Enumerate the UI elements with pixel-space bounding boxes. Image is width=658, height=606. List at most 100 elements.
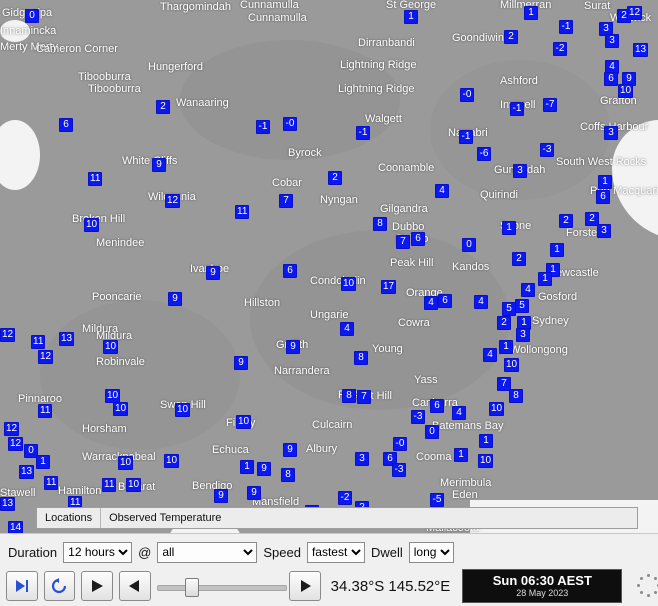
observation-marker[interactable]: -7	[543, 98, 557, 112]
observation-marker[interactable]: 13	[0, 497, 15, 511]
observation-marker[interactable]: 1	[598, 175, 612, 189]
observation-marker[interactable]: 1	[240, 460, 254, 474]
observation-marker[interactable]: 5	[515, 299, 529, 313]
observation-marker[interactable]: 9	[214, 489, 228, 503]
observation-marker[interactable]: 0	[425, 425, 439, 439]
observation-marker[interactable]: 1	[499, 340, 513, 354]
weather-map[interactable]: GidgealpaInnaminckaMerty MertyCameron Co…	[0, 0, 658, 533]
observation-marker[interactable]: 8	[342, 389, 356, 403]
observation-marker[interactable]: 17	[381, 280, 396, 294]
observation-marker[interactable]: 10	[105, 389, 120, 403]
observation-marker[interactable]: 10	[126, 478, 141, 492]
observation-marker[interactable]: 6	[604, 72, 618, 86]
observation-marker[interactable]: -1	[356, 126, 370, 140]
observation-marker[interactable]: 6	[430, 399, 444, 413]
observation-marker[interactable]: 9	[168, 292, 182, 306]
observation-marker[interactable]: 6	[283, 264, 297, 278]
observation-marker[interactable]: 12	[38, 350, 53, 364]
observation-marker[interactable]: 7	[396, 235, 410, 249]
observation-marker[interactable]: 4	[521, 283, 535, 297]
observation-marker[interactable]: 6	[438, 294, 452, 308]
observation-marker[interactable]: -6	[477, 147, 491, 161]
map-legend-bar[interactable]: Locations Observed Temperature	[36, 507, 638, 529]
observation-marker[interactable]: 10	[164, 454, 179, 468]
observation-marker[interactable]: 9	[257, 462, 271, 476]
observation-marker[interactable]: 13	[633, 43, 648, 57]
observation-marker[interactable]: 6	[596, 190, 610, 204]
observation-marker[interactable]: 1	[550, 243, 564, 257]
observation-marker[interactable]: 9	[152, 158, 166, 172]
observation-marker[interactable]: -1	[510, 102, 524, 116]
observation-marker[interactable]: 12	[0, 328, 15, 342]
observation-marker[interactable]: 2	[328, 171, 342, 185]
observation-marker[interactable]: 4	[340, 322, 354, 336]
dwell-select[interactable]: long	[409, 542, 454, 563]
observation-marker[interactable]: 1	[538, 272, 552, 286]
observation-marker[interactable]: 7	[279, 194, 293, 208]
duration-select[interactable]: 12 hours	[63, 542, 132, 563]
observation-marker[interactable]: 10	[103, 340, 118, 354]
step-button[interactable]	[6, 571, 38, 601]
observation-marker[interactable]: 2	[497, 316, 511, 330]
observation-marker[interactable]: 10	[84, 218, 99, 232]
observation-marker[interactable]: 9	[206, 266, 220, 280]
observation-marker[interactable]: 10	[118, 456, 133, 470]
next-button[interactable]	[289, 571, 321, 601]
observation-marker[interactable]: 10	[175, 403, 190, 417]
observation-marker[interactable]: 0	[462, 238, 476, 252]
observation-marker[interactable]: -0	[393, 437, 407, 451]
observation-marker[interactable]: 4	[474, 295, 488, 309]
observation-marker[interactable]: 8	[509, 389, 523, 403]
observation-marker[interactable]: 12	[627, 6, 642, 20]
observation-marker[interactable]: -0	[283, 117, 297, 131]
observation-marker[interactable]: 11	[88, 172, 102, 186]
loop-button[interactable]	[44, 571, 76, 601]
observation-marker[interactable]: 3	[513, 164, 527, 178]
previous-button[interactable]	[119, 571, 151, 601]
observation-marker[interactable]: 4	[424, 296, 438, 310]
observation-marker[interactable]: 1	[479, 434, 493, 448]
observation-marker[interactable]: 3	[604, 126, 618, 140]
observation-marker[interactable]: 11	[44, 476, 58, 490]
observation-marker[interactable]: 1	[36, 455, 50, 469]
observation-marker[interactable]: 1	[502, 221, 516, 235]
observation-marker[interactable]: -1	[256, 120, 270, 134]
play-button[interactable]	[81, 571, 113, 601]
slider-knob[interactable]	[185, 578, 199, 597]
observation-marker[interactable]: 8	[373, 217, 387, 231]
observation-marker[interactable]: -2	[553, 42, 567, 56]
observation-marker[interactable]: 10	[504, 358, 519, 372]
observation-marker[interactable]: 4	[483, 348, 497, 362]
timeline-slider[interactable]	[157, 576, 283, 596]
scope-select[interactable]: all	[157, 542, 257, 563]
observation-marker[interactable]: 2	[559, 214, 573, 228]
observation-marker[interactable]: 8	[354, 351, 368, 365]
observation-marker[interactable]: 10	[341, 277, 356, 291]
observation-marker[interactable]: 10	[236, 415, 251, 429]
observation-marker[interactable]: 1	[524, 6, 538, 20]
observation-marker[interactable]: 10	[113, 402, 128, 416]
legend-observed-temperature[interactable]: Observed Temperature	[101, 508, 229, 528]
observation-marker[interactable]: -2	[338, 491, 352, 505]
observation-marker[interactable]: 2	[512, 252, 526, 266]
observation-marker[interactable]: 9	[286, 340, 300, 354]
observation-marker[interactable]: 11	[38, 404, 52, 418]
observation-marker[interactable]: 1	[404, 10, 418, 24]
observation-marker[interactable]: 5	[502, 302, 516, 316]
observation-marker[interactable]: -3	[392, 463, 406, 477]
observation-marker[interactable]: 11	[102, 478, 116, 492]
observation-marker[interactable]: 3	[516, 328, 530, 342]
observation-marker[interactable]: 0	[25, 9, 39, 23]
observation-marker[interactable]: -3	[540, 143, 554, 157]
observation-marker[interactable]: 3	[597, 224, 611, 238]
observation-marker[interactable]: 4	[435, 184, 449, 198]
observation-marker[interactable]: 7	[357, 390, 371, 404]
observation-marker[interactable]: 11	[31, 335, 45, 349]
observation-marker[interactable]: -1	[559, 20, 573, 34]
observation-marker[interactable]: 1	[454, 448, 468, 462]
observation-marker[interactable]: 11	[235, 205, 249, 219]
observation-marker[interactable]: 2	[156, 100, 170, 114]
observation-marker[interactable]: -1	[459, 130, 473, 144]
observation-marker[interactable]: 9	[234, 356, 248, 370]
observation-marker[interactable]: 12	[4, 422, 19, 436]
